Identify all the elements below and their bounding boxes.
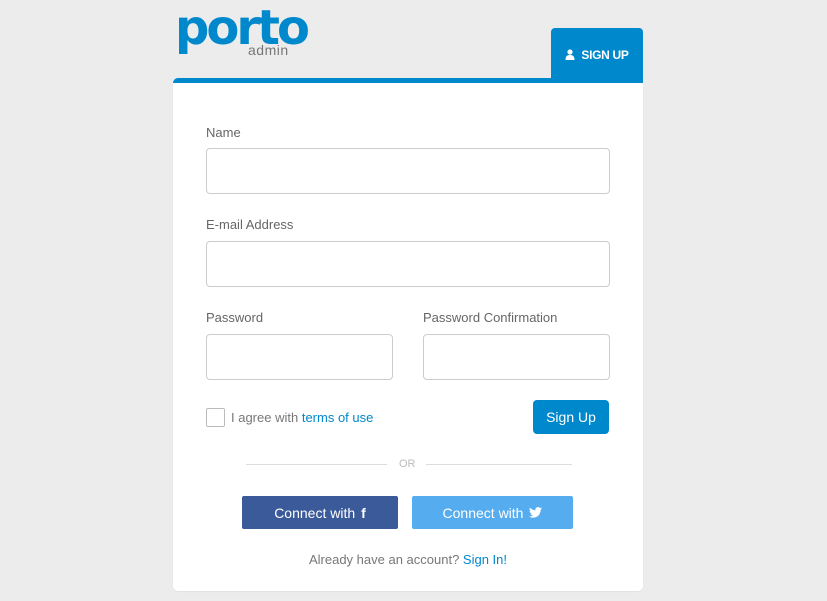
- separator-line-left: [246, 464, 387, 465]
- connect-twitter-button[interactable]: Connect with: [412, 496, 573, 529]
- password-confirmation-input[interactable]: [423, 334, 610, 380]
- facebook-icon: f: [361, 504, 366, 521]
- terms-of-use-link[interactable]: terms of use: [302, 410, 374, 425]
- sign-up-button[interactable]: Sign Up: [533, 400, 609, 434]
- name-input[interactable]: [206, 148, 610, 194]
- password-input[interactable]: [206, 334, 393, 380]
- password-confirmation-label: Password Confirmation: [423, 310, 558, 325]
- brand-logo: porto admin: [175, 0, 310, 60]
- agree-checkbox[interactable]: [206, 408, 225, 427]
- footer-text: Already have an account?: [308, 552, 460, 567]
- name-label: Name: [206, 125, 241, 140]
- tab-sign-up[interactable]: SIGN UP: [551, 28, 643, 81]
- connect-facebook-label: Connect with: [274, 504, 356, 521]
- sign-in-link[interactable]: Sign In!: [463, 552, 507, 567]
- agree-text: I agree with: [231, 410, 299, 425]
- user-icon: [565, 49, 575, 60]
- separator-line-right: [426, 464, 572, 465]
- connect-twitter-label: Connect with: [442, 504, 524, 521]
- separator-or: OR: [399, 458, 416, 470]
- connect-facebook-button[interactable]: Connect with f: [242, 496, 398, 529]
- agree-text-row: I agree with terms of use: [231, 410, 373, 425]
- tab-sign-up-label: SIGN UP: [581, 47, 629, 62]
- password-label: Password: [206, 310, 264, 325]
- email-input[interactable]: [206, 241, 610, 287]
- brand-subtitle: admin: [248, 42, 289, 58]
- footer: Already have an account? Sign In!: [173, 552, 643, 567]
- signup-panel: Name E-mail Address Password Password Co…: [173, 78, 643, 591]
- email-label: E-mail Address: [206, 217, 294, 232]
- twitter-icon: [529, 507, 543, 518]
